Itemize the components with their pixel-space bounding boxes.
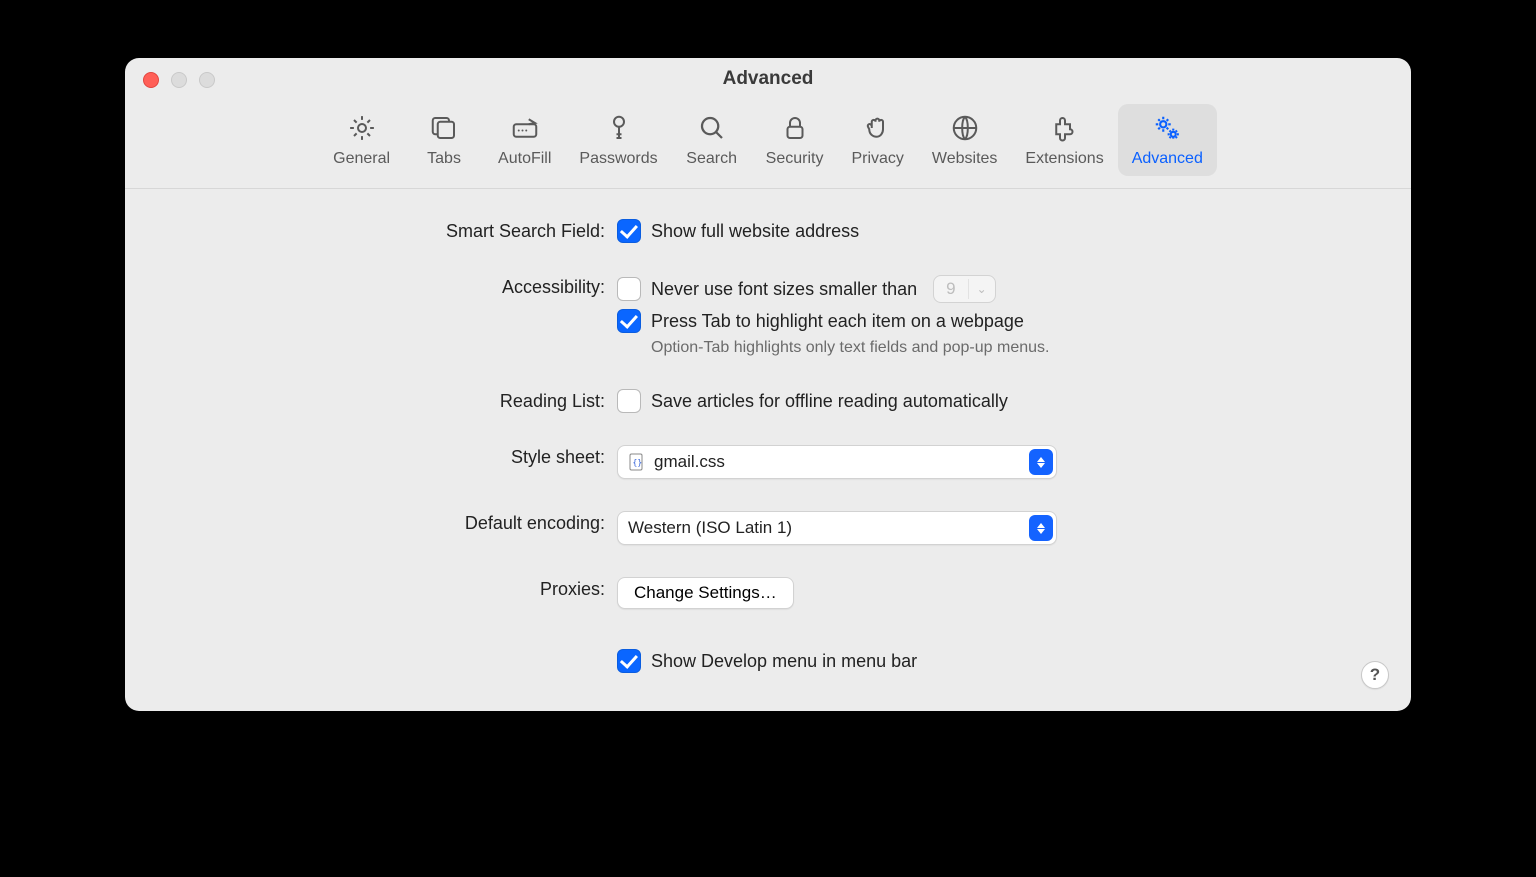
tab-label: Advanced — [1132, 150, 1203, 168]
tab-label: Websites — [932, 150, 998, 168]
key-icon — [601, 110, 637, 146]
tab-general[interactable]: General — [319, 104, 404, 176]
change-proxy-settings-button[interactable]: Change Settings… — [617, 577, 794, 609]
tab-extensions[interactable]: Extensions — [1011, 104, 1117, 176]
gears-icon — [1149, 110, 1185, 146]
preferences-toolbar: General Tabs AutoFill Passwords Search — [125, 96, 1411, 189]
tab-label: Search — [686, 150, 737, 168]
tab-websites[interactable]: Websites — [918, 104, 1012, 176]
checkbox-develop-menu[interactable] — [617, 649, 641, 673]
tab-tabs[interactable]: Tabs — [404, 104, 484, 176]
row-accessibility: Accessibility: Never use font sizes smal… — [155, 275, 1381, 357]
magnifier-icon — [694, 110, 730, 146]
label-proxies: Proxies: — [155, 577, 615, 600]
tab-label: Tabs — [427, 150, 461, 168]
row-develop: Show Develop menu in menu bar — [155, 649, 1381, 673]
label-stylesheet: Style sheet: — [155, 445, 615, 468]
zoom-window-button[interactable] — [199, 72, 215, 88]
css-file-icon: {} — [628, 453, 646, 471]
popup-arrows-icon — [1029, 449, 1053, 475]
checkbox-label: Show Develop menu in menu bar — [651, 651, 917, 672]
window-controls — [143, 72, 215, 88]
label-accessibility: Accessibility: — [155, 275, 615, 298]
row-proxies: Proxies: Change Settings… — [155, 577, 1381, 609]
tab-label: Privacy — [851, 150, 903, 168]
tab-label: General — [333, 150, 390, 168]
help-button[interactable]: ? — [1361, 661, 1389, 689]
chevron-down-icon: ⌄ — [968, 279, 995, 299]
tab-label: AutoFill — [498, 150, 551, 168]
checkbox-label: Press Tab to highlight each item on a we… — [651, 311, 1024, 332]
titlebar: Advanced — [125, 58, 1411, 96]
advanced-pane: Smart Search Field: Show full website ad… — [125, 189, 1411, 711]
row-encoding: Default encoding: Western (ISO Latin 1) — [155, 511, 1381, 545]
checkbox-label: Show full website address — [651, 221, 859, 242]
tab-label: Passwords — [579, 150, 657, 168]
preferences-window: Advanced General Tabs AutoFill Passwords — [125, 58, 1411, 711]
label-reading-list: Reading List: — [155, 389, 615, 412]
popup-arrows-icon — [1029, 515, 1053, 541]
min-font-size-stepper[interactable]: 9 ⌄ — [933, 275, 996, 303]
checkbox-offline-reading[interactable] — [617, 389, 641, 413]
tab-label: Security — [766, 150, 824, 168]
row-stylesheet: Style sheet: {} gmail.css — [155, 445, 1381, 479]
svg-text:{}: {} — [633, 458, 643, 467]
hand-icon — [860, 110, 896, 146]
checkbox-label: Never use font sizes smaller than — [651, 279, 917, 300]
tab-security[interactable]: Security — [752, 104, 838, 176]
close-window-button[interactable] — [143, 72, 159, 88]
tab-search[interactable]: Search — [672, 104, 752, 176]
tab-label: Extensions — [1025, 150, 1103, 168]
window-title: Advanced — [125, 58, 1411, 90]
checkbox-min-font-size[interactable] — [617, 277, 641, 301]
encoding-popup[interactable]: Western (ISO Latin 1) — [617, 511, 1057, 545]
encoding-value: Western (ISO Latin 1) — [628, 518, 792, 538]
tab-advanced[interactable]: Advanced — [1118, 104, 1217, 176]
row-reading-list: Reading List: Save articles for offline … — [155, 389, 1381, 413]
globe-icon — [947, 110, 983, 146]
autofill-icon — [507, 110, 543, 146]
checkbox-tab-highlight[interactable] — [617, 309, 641, 333]
tab-privacy[interactable]: Privacy — [837, 104, 917, 176]
row-smart-search: Smart Search Field: Show full website ad… — [155, 219, 1381, 243]
label-encoding: Default encoding: — [155, 511, 615, 534]
tab-autofill[interactable]: AutoFill — [484, 104, 565, 176]
label-smart-search: Smart Search Field: — [155, 219, 615, 242]
gear-icon — [344, 110, 380, 146]
tab-passwords[interactable]: Passwords — [565, 104, 671, 176]
accessibility-hint: Option-Tab highlights only text fields a… — [651, 339, 1381, 357]
stepper-value: 9 — [934, 276, 967, 302]
checkbox-show-full-address[interactable] — [617, 219, 641, 243]
minimize-window-button[interactable] — [171, 72, 187, 88]
stylesheet-value: gmail.css — [654, 452, 725, 472]
tabs-icon — [426, 110, 462, 146]
lock-icon — [777, 110, 813, 146]
puzzle-icon — [1047, 110, 1083, 146]
checkbox-label: Save articles for offline reading automa… — [651, 391, 1008, 412]
stylesheet-popup[interactable]: {} gmail.css — [617, 445, 1057, 479]
